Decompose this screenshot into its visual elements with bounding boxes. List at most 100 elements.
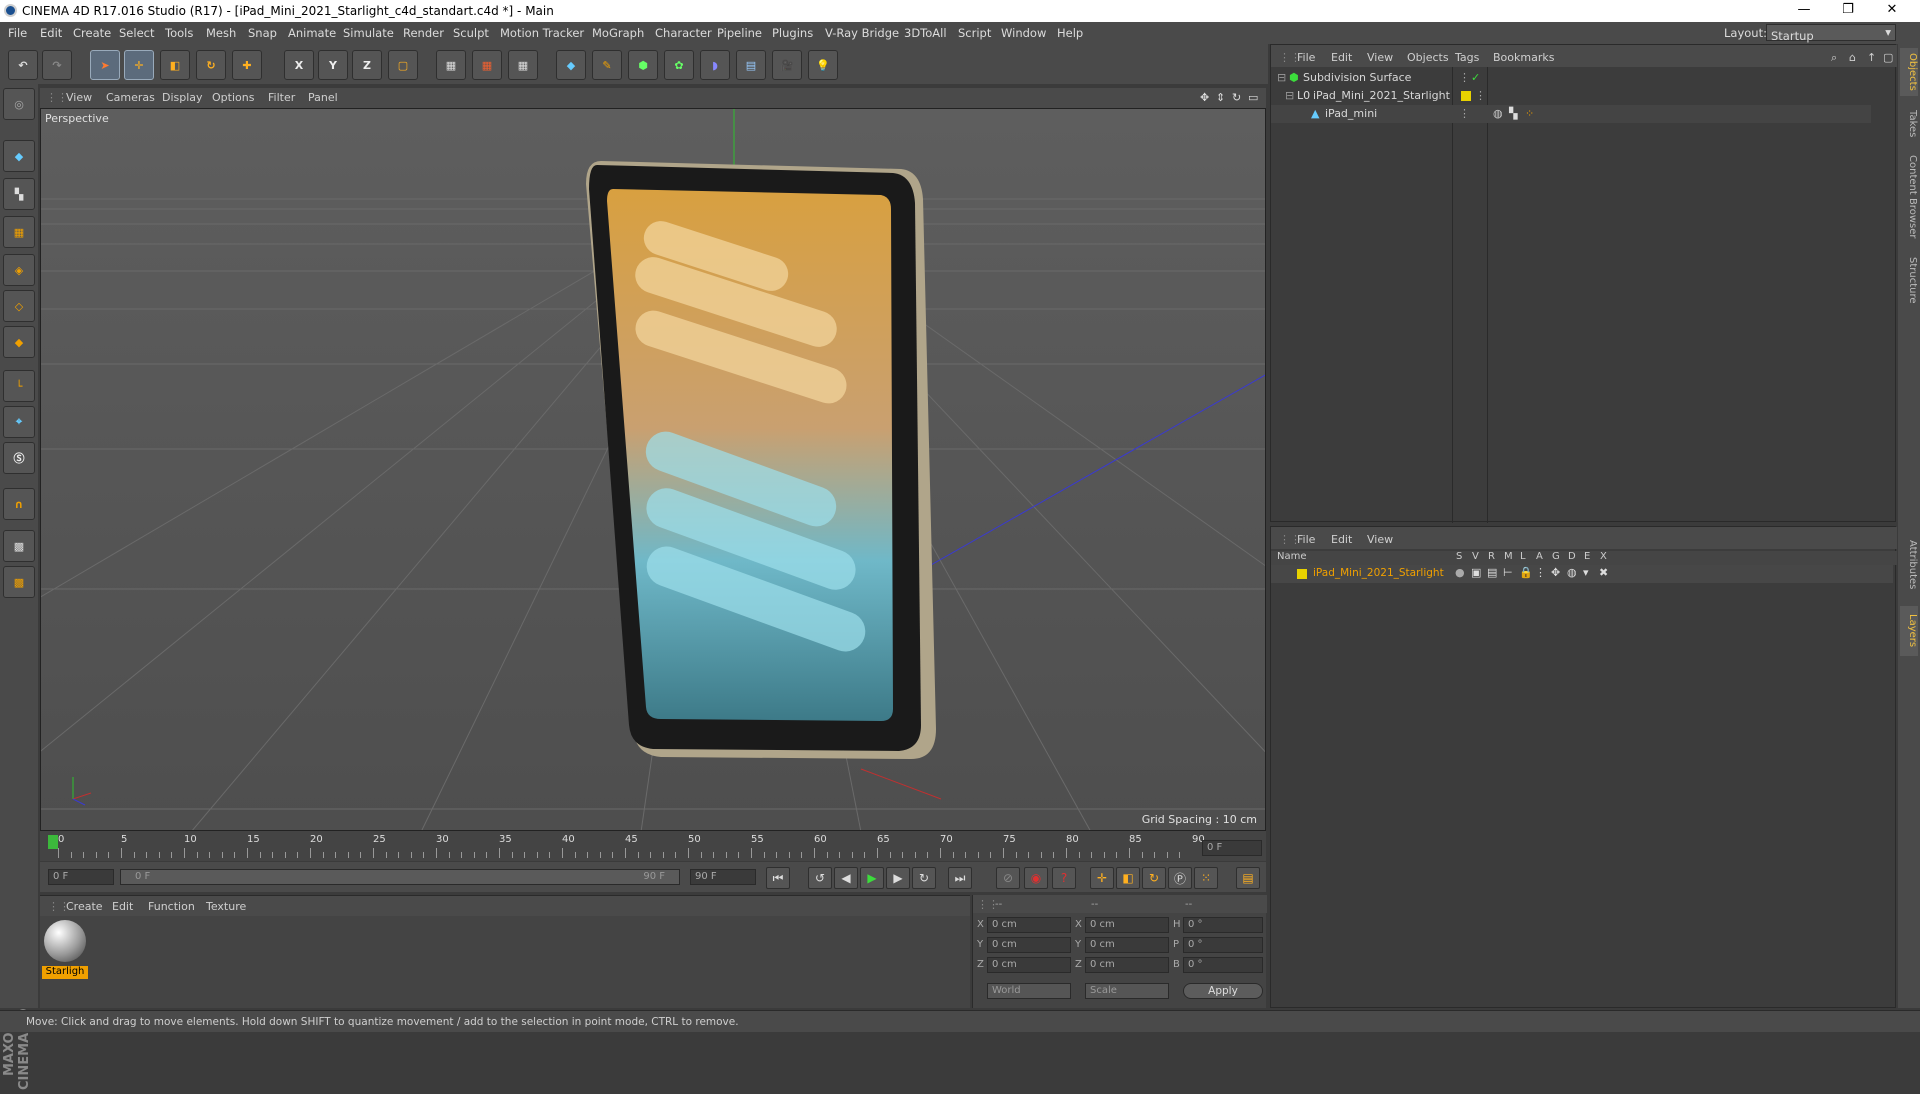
texture-tag-icon[interactable]: ▚ [1509,107,1517,120]
points-mode-button[interactable]: ◈ [3,254,35,286]
home-icon[interactable]: ⌂ [1849,51,1856,64]
workplane-align-button[interactable]: ▩ [3,566,35,598]
search-icon[interactable]: ⌕ [1831,51,1837,65]
rotate-tool-button[interactable]: ↻ [196,50,226,80]
menu-help[interactable]: Help [1057,26,1083,40]
up-arrow-icon[interactable]: ↑ [1867,51,1876,64]
object-menu-bookmarks[interactable]: Bookmarks [1493,51,1554,64]
timeline[interactable]: 0 5 10 15 20 25 30 35 40 45 50 55 60 65 70 75 80 85 90 0 F [40,831,1266,861]
layer-color-swatch[interactable] [1297,569,1307,579]
layer-menu-view[interactable]: View [1367,533,1393,546]
lock-icon[interactable]: 🔒 [1519,566,1533,579]
viewport-menu-panel[interactable]: Panel [308,91,338,104]
rotation-h-field[interactable]: 0 ° [1183,917,1263,933]
transform-tool-button[interactable]: ✚ [232,50,262,80]
keyframe-selection-button[interactable]: ? [1052,867,1076,889]
tab-structure[interactable]: Structure [1900,250,1918,310]
pen-spline-button[interactable]: ✎ [592,50,622,80]
render-view-button[interactable]: ▦ [436,50,466,80]
viewport-menu-cameras[interactable]: Cameras [106,91,155,104]
view-icon[interactable]: ▣ [1471,566,1481,579]
layer-menu-edit[interactable]: Edit [1331,533,1352,546]
menu-create[interactable]: Create [73,26,111,40]
viewport-menu-view[interactable]: View [66,91,92,104]
menu-mesh[interactable]: Mesh [206,26,236,40]
expressions-icon[interactable]: ▾ [1583,566,1589,579]
menu-motion-tracker[interactable]: Motion Tracker [500,26,584,40]
object-menu-view[interactable]: View [1367,51,1393,64]
menu-sculpt[interactable]: Sculpt [453,26,489,40]
menu-script[interactable]: Script [958,26,991,40]
menu-pipeline[interactable]: Pipeline [717,26,762,40]
tab-attributes[interactable]: Attributes [1900,530,1918,600]
light-button[interactable]: 💡 [808,50,838,80]
cloner-button[interactable]: ✿ [664,50,694,80]
menu-animate[interactable]: Animate [288,26,336,40]
key-scale-button[interactable]: ◧ [1116,867,1140,889]
cube-object-button[interactable]: ◆ [556,50,586,80]
apply-button[interactable]: Apply [1183,983,1263,999]
move-tool-button[interactable]: ✛ [124,50,154,80]
object-row-subdivision-surface[interactable]: ⊟ ⬢ Subdivision Surface ⋮ ✓ [1271,69,1871,87]
object-row-ipad-mini-2021-starlight[interactable]: ⊟ L0 iPad_Mini_2021_Starlight ⋮ [1271,87,1871,105]
texture-mode-button[interactable]: ▚ [3,178,35,210]
key-position-button[interactable]: ✛ [1090,867,1114,889]
autokey-button[interactable]: ◉ [1024,867,1048,889]
object-menu-file[interactable]: File [1297,51,1315,64]
subdivision-surface-button[interactable]: ⬢ [628,50,658,80]
render-settings-button[interactable]: ▦ [508,50,538,80]
viewport-menu-options[interactable]: Options [212,91,254,104]
y-axis-button[interactable]: Y [318,50,348,80]
previous-key-button[interactable]: ↺ [808,867,832,889]
menu-edit[interactable]: Edit [40,26,62,40]
xrefs-icon[interactable]: ✖ [1599,566,1608,579]
position-x-field[interactable]: 0 cm [987,917,1071,933]
tab-layers[interactable]: Layers [1900,606,1918,656]
viewport-rotate-icon[interactable]: ↻ [1232,91,1241,104]
phong-tag-icon[interactable]: ⁘ [1525,107,1534,120]
coordinate-system-button[interactable]: ▢ [388,50,418,80]
menu-plugins[interactable]: Plugins [772,26,813,40]
menu-file[interactable]: File [8,26,27,40]
object-menu-tags[interactable]: Tags [1455,51,1479,64]
collapse-icon[interactable]: ⊟ [1285,89,1294,102]
render-icon[interactable]: ▤ [1487,566,1497,579]
object-menu-objects[interactable]: Objects [1407,51,1449,64]
material-menu-texture[interactable]: Texture [206,900,246,913]
material-name[interactable]: Starligh [42,966,88,979]
position-z-field[interactable]: 0 cm [987,957,1071,973]
material-tag-icon[interactable]: ◍ [1493,107,1503,120]
minimize-button[interactable]: — [1782,2,1826,20]
current-frame-field[interactable]: 0 F [1202,840,1262,856]
visibility-dots-icon[interactable]: ⋮ [1459,107,1470,120]
viewport-zoom-icon[interactable]: ⇕ [1216,91,1225,104]
menu-render[interactable]: Render [403,26,444,40]
layout-select[interactable]: Startup ▾ [1766,24,1896,43]
object-row-ipad-mini[interactable]: ▲ iPad_mini ⋮ ◍ ▚ ⁘ [1271,105,1871,123]
frame-range-slider[interactable]: 0 F 90 F [120,869,680,885]
viewport-menu-filter[interactable]: Filter [268,91,295,104]
key-parameter-button[interactable]: Ⓟ [1168,867,1192,889]
material-menu-function[interactable]: Function [148,900,195,913]
tab-content-browser[interactable]: Content Browser [1900,152,1918,242]
viewport-menu-display[interactable]: Display [162,91,203,104]
tab-takes[interactable]: Takes [1900,104,1918,144]
rotation-p-field[interactable]: 0 ° [1183,937,1263,953]
select-tool-button[interactable]: ➤ [90,50,120,80]
workplane-mode-button[interactable]: ▦ [3,216,35,248]
redo-button[interactable]: ↷ [42,50,72,80]
size-z-field[interactable]: 0 cm [1085,957,1169,973]
menu-select[interactable]: Select [119,26,154,40]
z-axis-button[interactable]: Z [352,50,382,80]
position-y-field[interactable]: 0 cm [987,937,1071,953]
polygons-mode-button[interactable]: ◆ [3,326,35,358]
coord-system-select[interactable]: World [987,983,1071,999]
menu-window[interactable]: Window [1001,26,1046,40]
close-button[interactable]: ✕ [1870,2,1914,20]
record-keys-button[interactable]: ⊘ [996,867,1020,889]
timeline-window-button[interactable]: ▤ [1236,867,1260,889]
material-preview[interactable] [44,920,86,962]
object-menu-edit[interactable]: Edit [1331,51,1352,64]
menu-3dtoall[interactable]: 3DToAll [904,26,947,40]
end-frame-field[interactable]: 90 F [690,869,756,885]
